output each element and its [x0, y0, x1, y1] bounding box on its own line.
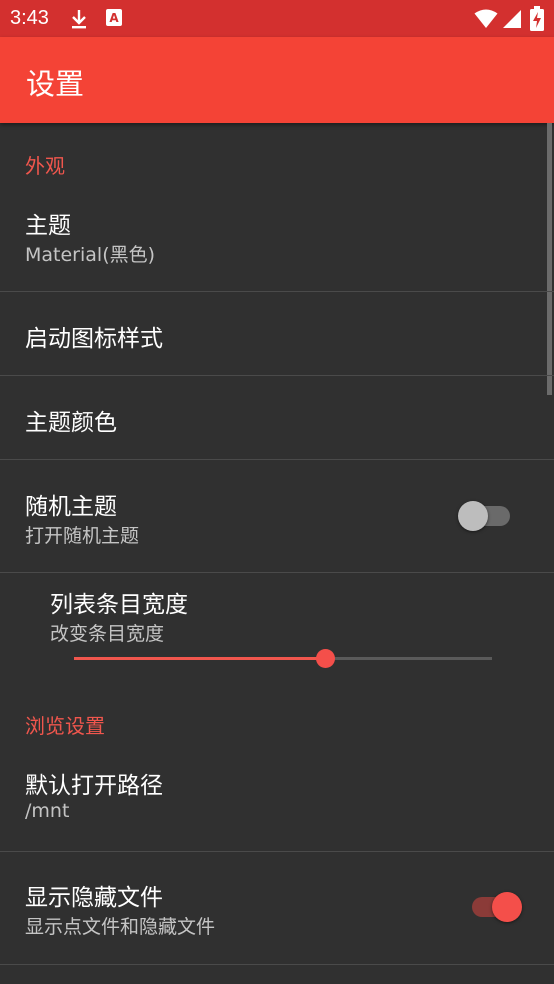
item-width-slider[interactable]	[74, 647, 494, 671]
svg-text:A: A	[109, 11, 119, 25]
status-time: 3:43	[10, 7, 49, 29]
wifi-icon	[474, 9, 498, 33]
page-title: 设置	[26, 67, 85, 101]
download-icon	[70, 8, 88, 34]
pref-show-hidden-title: 显示隐藏文件	[25, 885, 163, 911]
pref-launcher-icon-title: 启动图标样式	[25, 326, 163, 352]
switch-thumb	[492, 892, 522, 922]
pref-theme-summary: Material(黑色)	[25, 244, 156, 266]
divider	[0, 375, 554, 376]
divider	[0, 964, 554, 965]
pref-theme-title: 主题	[25, 213, 71, 239]
category-browse: 浏览设置	[25, 714, 105, 738]
signal-icon	[502, 9, 522, 33]
pref-show-hidden-summary: 显示点文件和隐藏文件	[25, 916, 216, 938]
pref-item-width-summary: 改变条目宽度	[50, 623, 165, 645]
divider	[0, 572, 554, 573]
scrollbar[interactable]	[547, 123, 552, 395]
settings-list[interactable]: 外观 主题 Material(黑色) 启动图标样式 主题颜色 随机主题 打开随机…	[0, 123, 554, 984]
pref-theme-color-title: 主题颜色	[25, 410, 117, 436]
random-theme-switch[interactable]	[458, 496, 514, 536]
notification-a-icon: A	[105, 8, 123, 32]
pref-random-theme-title: 随机主题	[25, 494, 117, 520]
divider	[0, 459, 554, 460]
pref-default-path-summary: /mnt	[25, 800, 70, 822]
category-appearance: 外观	[25, 154, 65, 178]
app-bar: 设置	[0, 37, 554, 123]
battery-charging-icon	[530, 6, 544, 36]
slider-fill	[74, 657, 325, 660]
switch-thumb	[458, 501, 488, 531]
divider	[0, 291, 554, 292]
pref-item-width-title: 列表条目宽度	[50, 592, 188, 618]
slider-thumb[interactable]	[316, 649, 335, 668]
show-hidden-switch[interactable]	[468, 887, 524, 927]
pref-random-theme-summary: 打开随机主题	[25, 525, 140, 547]
pref-default-path-title: 默认打开路径	[25, 773, 163, 799]
status-bar: 3:43 A	[0, 0, 554, 37]
divider	[0, 851, 554, 852]
